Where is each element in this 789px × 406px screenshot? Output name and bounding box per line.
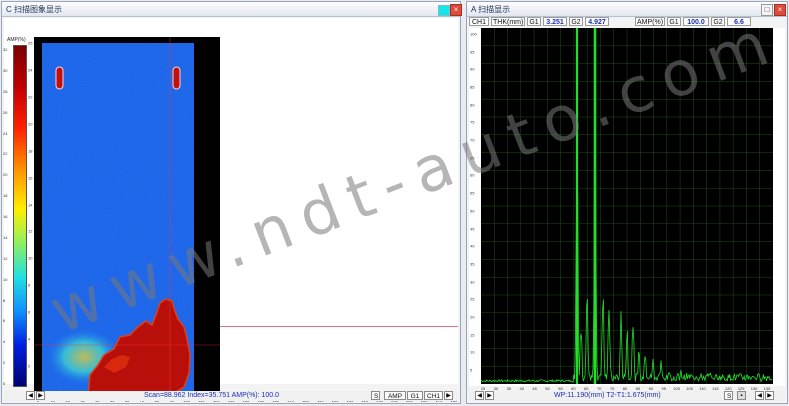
gate-select-button[interactable]: G1 (407, 391, 423, 400)
ascan-prev-button[interactable]: ◀ (755, 391, 764, 400)
cbar-tick-label: 0 (3, 381, 6, 386)
cbar-tick-label: 4 (3, 339, 6, 345)
ay-tick-label: 45 (470, 226, 475, 232)
ascan-view[interactable]: 100 95 90 85 80 75 70 65 60 55 50 45 40 35 30 25 20 15 10 5… (469, 28, 785, 391)
ay-tick-label: 50 (470, 208, 475, 214)
scroll-left-button[interactable]: ◀ (26, 391, 35, 400)
ay-tick-label: 65 (470, 155, 475, 161)
ry-tick-label: 6 (28, 309, 31, 315)
ascan-param-bar: CH1 THK(mm) G1 3.251 G2 4.927 AMP(%) G1 … (469, 17, 785, 27)
scroll-right-button[interactable]: ▶ (36, 391, 45, 400)
ry-tick-label: 20 (28, 121, 33, 127)
ascan-next-button[interactable]: ▶ (765, 391, 774, 400)
param-g1-amp: 100.0 (683, 17, 709, 26)
cscan-view[interactable]: AMP(%) 32 30 28 26 24 22 20 18 16 14 12 10 8 6 4 2 0 25 2… (3, 18, 458, 403)
param-channel[interactable]: CH1 (469, 17, 489, 26)
amplitude-colorbar (13, 45, 27, 387)
cscan-status-bar: ◀ ▶ Scan=88.962 Index=35.751 AMP(%): 100… (4, 391, 458, 401)
cbar-tick-label: 14 (3, 234, 8, 240)
ay-tick-label: 60 (470, 172, 475, 178)
ay-tick-label: 80 (470, 102, 475, 108)
param-g2-amp: 6.6 (727, 17, 751, 26)
cbar-tick-label: 32 (3, 47, 8, 52)
param-amp-label: AMP(%) (635, 17, 665, 26)
ry-tick-label: 14 (28, 202, 33, 208)
ay-tick-label: 15 (470, 332, 475, 338)
ay-tick-label: 30 (470, 279, 475, 285)
color-select-button[interactable] (438, 5, 450, 16)
param-g2-label: G2 (569, 17, 583, 26)
cscan-image[interactable] (34, 37, 220, 401)
amp-mode-button[interactable]: AMP (384, 391, 406, 400)
ry-tick-label: 2 (28, 363, 31, 369)
ay-tick-label: 100 (470, 31, 477, 37)
cbar-tick-label: 2 (3, 360, 6, 366)
param-g1-label: G1 (527, 17, 541, 26)
channel-select-button[interactable]: CH1 (424, 391, 443, 400)
ay-tick-label: 10 (470, 349, 475, 355)
ry-tick-label: 25 (28, 40, 33, 46)
scale-button[interactable]: S (371, 391, 380, 400)
cbar-tick-label: 10 (3, 276, 8, 282)
ay-tick-label: 95 (470, 49, 475, 55)
ay-tick-label: 75 (470, 119, 475, 125)
ay-tick-label: 40 (470, 243, 475, 249)
cbar-tick-label: 12 (3, 255, 8, 261)
cscan-close-button[interactable]: × (450, 4, 462, 16)
ascan-status-bar: ◀ ▶ WP:11.190(mm) T2-T1:1.675(mm) S ▪ ◀ … (469, 391, 785, 401)
cbar-tick-label: 28 (3, 88, 8, 94)
param-amp-g1-label: G1 (667, 17, 681, 26)
cbar-tick-label: 26 (3, 109, 8, 115)
ry-tick-label: 22 (28, 94, 33, 100)
ry-tick-label: 10 (28, 255, 33, 261)
cbar-tick-label: 20 (3, 172, 8, 178)
ascan-window: A 扫描显示 □ × CH1 THK(mm) G1 3.251 G2 4.927… (466, 1, 788, 404)
ay-tick-label: 55 (470, 190, 475, 196)
cscan-status-text: Scan=88.962 Index=35.751 AMP(%): 100.0 (144, 392, 280, 399)
ay-tick-label: 5 (470, 367, 473, 373)
param-thk-label: THK(mm) (491, 17, 525, 26)
ry-tick-label: 4 (28, 336, 31, 342)
cbar-tick-label: 16 (3, 214, 8, 219)
ry-tick-label: 24 (28, 67, 33, 73)
colorbar-label: AMP(%) (7, 37, 26, 43)
ascan-close-button[interactable]: × (774, 4, 786, 16)
ry-tick-label: 8 (28, 282, 31, 288)
cbar-tick-label: 24 (3, 130, 8, 136)
param-g1-thk: 3.251 (543, 17, 567, 26)
param-g2-thk: 4.927 (585, 17, 609, 26)
ay-tick-label: 70 (470, 137, 475, 143)
ry-tick-label: 12 (28, 228, 33, 234)
ascan-scale-button[interactable]: S (724, 391, 733, 400)
cscan-window: C 扫描图象显示 × AMP(%) 32 30 28 26 24 22 20 18 16 14 12… (1, 1, 462, 404)
cbar-tick-label: 6 (3, 318, 6, 324)
ry-tick-label: 18 (28, 148, 33, 154)
ay-tick-label: 20 (470, 314, 475, 320)
ascan-scroll-left-button[interactable]: ◀ (475, 391, 484, 400)
ay-tick-label: 90 (470, 66, 475, 72)
cbar-tick-label: 18 (3, 193, 8, 199)
cscan-title-bar: C 扫描图象显示 × (2, 2, 462, 17)
ay-tick-label: 35 (470, 261, 475, 267)
index-cursor-line[interactable] (220, 326, 458, 327)
ascan-scroll-right-button[interactable]: ▶ (485, 391, 494, 400)
ascan-status-text: WP:11.190(mm) T2-T1:1.675(mm) (554, 392, 661, 399)
param-amp-g2-label: G2 (711, 17, 725, 26)
ry-tick-label: 16 (28, 175, 33, 181)
channel-next-button[interactable]: ▶ (444, 391, 453, 400)
ascan-mode-button[interactable]: ▪ (737, 391, 746, 400)
ay-tick-label: 25 (470, 296, 475, 302)
cbar-tick-label: 8 (3, 297, 6, 303)
ascan-restore-button[interactable]: □ (761, 4, 773, 16)
cbar-tick-label: 30 (3, 67, 8, 73)
ay-tick-label: 85 (470, 84, 475, 90)
colorbar-ticks: 32 30 28 26 24 22 20 18 16 14 12 10 8 6 4 2 0 (3, 45, 12, 386)
cbar-tick-label: 22 (3, 151, 8, 157)
ascan-title: A 扫描显示 (471, 5, 511, 14)
cscan-title: C 扫描图象显示 (6, 5, 62, 14)
ascan-title-bar: A 扫描显示 □ × (467, 2, 787, 17)
ascan-waveform[interactable] (481, 28, 773, 384)
